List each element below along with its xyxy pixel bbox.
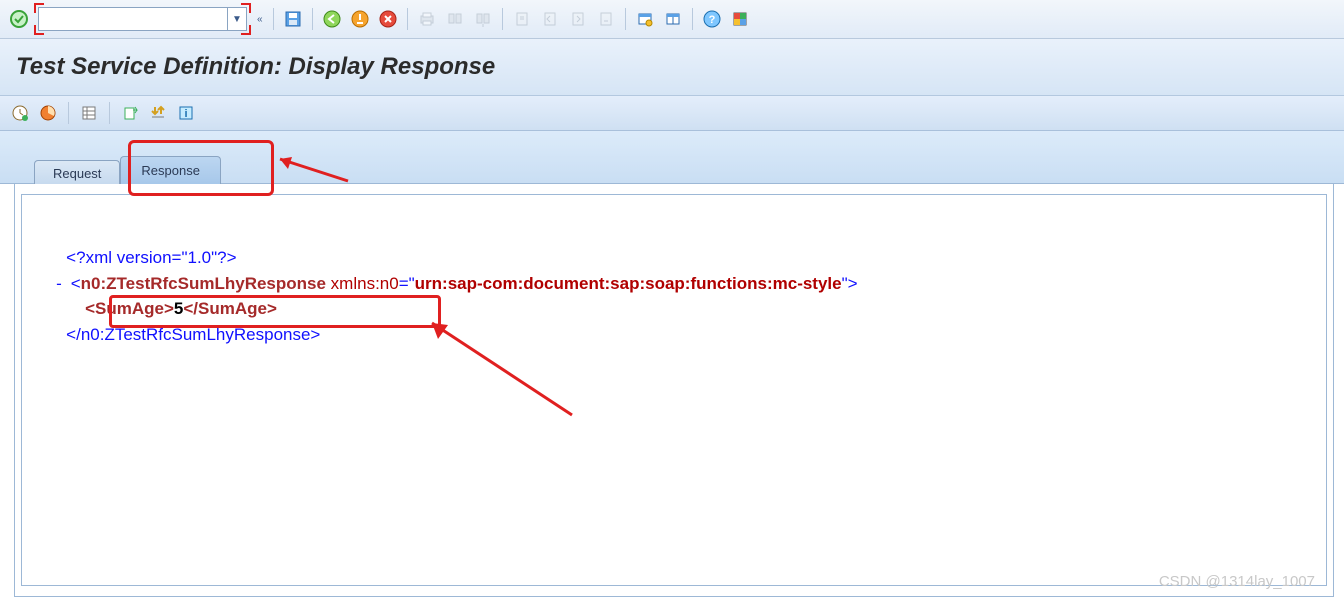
root-element: n0:ZTestRfcSumLhyResponse (81, 274, 326, 293)
tabstrip-container: Request Response (0, 131, 1344, 184)
separator (68, 102, 69, 124)
title-bar: Test Service Definition: Display Respons… (0, 39, 1344, 96)
collapse-toolbar-icon[interactable]: « (257, 14, 263, 25)
separator (502, 8, 503, 30)
collapse-toggle[interactable]: - (52, 271, 66, 297)
back-icon[interactable] (321, 8, 343, 30)
sumage-close: </SumAge> (183, 299, 277, 318)
struct-icon[interactable] (79, 103, 99, 123)
separator (692, 8, 693, 30)
export-icon[interactable] (120, 103, 140, 123)
print-icon (416, 8, 438, 30)
clock-icon[interactable] (10, 103, 30, 123)
info-icon[interactable]: i (176, 103, 196, 123)
exit-icon[interactable] (349, 8, 371, 30)
command-field-wrap: ▼ (36, 5, 249, 33)
separator (109, 102, 110, 124)
next-page-icon (567, 8, 589, 30)
sumage-open: <SumAge> (85, 299, 174, 318)
command-input[interactable] (39, 9, 227, 29)
help-icon[interactable]: ? (701, 8, 723, 30)
cancel-icon[interactable] (377, 8, 399, 30)
svg-text:i: i (184, 108, 187, 120)
app-toolbar: i (0, 96, 1344, 131)
import-icon[interactable] (148, 103, 168, 123)
customize-icon[interactable] (729, 8, 751, 30)
pie-icon[interactable] (38, 103, 58, 123)
tab-response[interactable]: Response (120, 156, 221, 184)
separator (312, 8, 313, 30)
separator (407, 8, 408, 30)
command-field[interactable]: ▼ (38, 7, 247, 31)
main-toolbar: ▼ « ? (0, 0, 1344, 39)
prev-page-icon (539, 8, 561, 30)
xml-viewer: <?xml version="1.0"?> - <n0:ZTestRfcSumL… (21, 194, 1327, 586)
find-next-icon (472, 8, 494, 30)
save-icon[interactable] (282, 8, 304, 30)
separator (625, 8, 626, 30)
content-frame: <?xml version="1.0"?> - <n0:ZTestRfcSumL… (14, 184, 1334, 597)
xml-content: <?xml version="1.0"?> - <n0:ZTestRfcSumL… (52, 245, 1296, 347)
xml-decl: <?xml version="1.0"?> (52, 248, 237, 267)
separator (273, 8, 274, 30)
last-page-icon (595, 8, 617, 30)
namespace-value: urn:sap-com:document:sap:soap:functions:… (415, 274, 842, 293)
sumage-value: 5 (174, 299, 183, 318)
svg-text:?: ? (708, 14, 715, 26)
find-icon (444, 8, 466, 30)
tabstrip: Request Response (34, 153, 1344, 183)
page-title: Test Service Definition: Display Respons… (16, 53, 1328, 81)
layout-icon[interactable] (662, 8, 684, 30)
tab-request[interactable]: Request (34, 160, 120, 186)
new-session-icon[interactable] (634, 8, 656, 30)
root-close: </n0:ZTestRfcSumLhyResponse> (66, 325, 320, 344)
watermark: CSDN @1314lay_1007 (1159, 573, 1315, 590)
ok-icon[interactable] (8, 8, 30, 30)
first-page-icon (511, 8, 533, 30)
chevron-down-icon: ▼ (232, 14, 242, 25)
